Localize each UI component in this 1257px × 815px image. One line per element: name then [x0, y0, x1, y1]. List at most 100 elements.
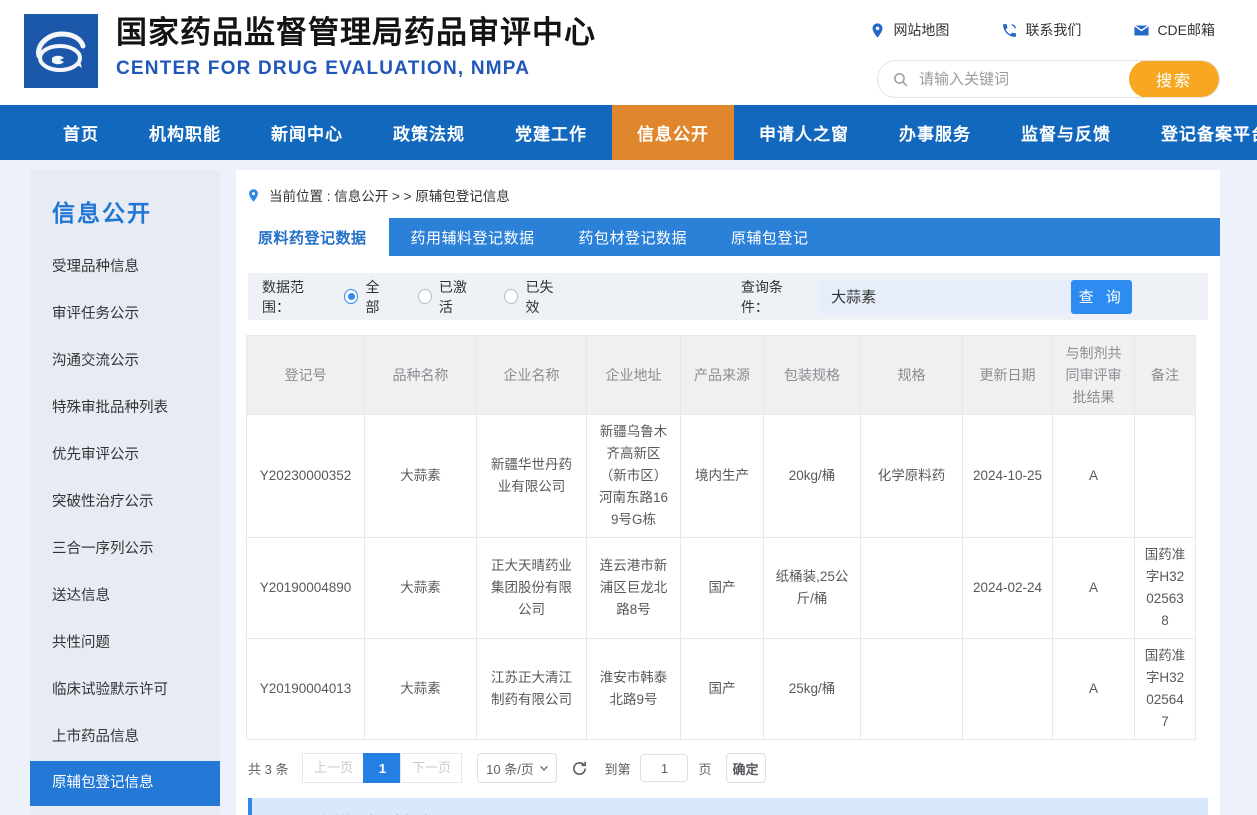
location-pin-icon [246, 188, 261, 203]
cell-registration-no: Y20230000352 [247, 415, 365, 538]
page-unit-label: 页 [698, 759, 711, 778]
radio-activated-dot [418, 289, 432, 304]
legend-note: 注： “与制剂共同审评审批结果” 释义： 符号 代表含义 A 已批准在上市制剂使… [248, 798, 1208, 815]
sitemap-link[interactable]: 网站地图 [869, 20, 949, 40]
note-intro: 注： “与制剂共同审评审批结果” 释义： [266, 811, 1190, 815]
col-package-spec: 包装规格 [764, 336, 861, 415]
scope-label: 数据范围： [262, 277, 328, 317]
prev-page-button[interactable]: 上一页 [302, 753, 364, 783]
nav-item-info-disclosure[interactable]: 信息公开 [612, 105, 734, 160]
cde-mail-link[interactable]: CDE邮箱 [1133, 20, 1215, 40]
total-count: 共 3 条 [248, 759, 288, 778]
sidebar-item-communication[interactable]: 沟通交流公示 [30, 338, 220, 385]
cell-registration-no: Y20190004013 [247, 639, 365, 740]
tabbar: 原料药登记数据 药用辅料登记数据 药包材登记数据 原辅包登记 [236, 218, 1220, 256]
tab-raw-excipient-registration[interactable]: 原辅包登记 [709, 218, 831, 256]
main-content: 当前位置 : 信息公开 > > 原辅包登记信息 原料药登记数据 药用辅料登记数据… [236, 170, 1220, 815]
nav-item-party-building[interactable]: 党建工作 [490, 105, 612, 160]
sidebar-item-special-approval-list[interactable]: 特殊审批品种列表 [30, 385, 220, 432]
col-joint-review-result: 与制剂共同审评审批结果 [1053, 336, 1135, 415]
page-size-value: 10 条/页 [486, 759, 534, 778]
table-row[interactable]: Y20190004013 大蒜素 江苏正大清江制药有限公司 淮安市韩泰北路9号 … [247, 639, 1196, 740]
goto-page-input[interactable] [640, 754, 688, 782]
col-variety-name: 品种名称 [365, 336, 477, 415]
radio-all[interactable]: 全部 [344, 277, 391, 317]
cde-mail-label: CDE邮箱 [1157, 20, 1215, 40]
sitemap-label: 网站地图 [893, 20, 949, 40]
sidebar-item-raw-excipient-packaging[interactable]: 原辅包登记信息 [30, 761, 220, 806]
cell-update-date [963, 639, 1053, 740]
cell-spec [861, 538, 963, 639]
search-icon [892, 71, 909, 88]
nav-item-registration-platform[interactable]: 登记备案平台 [1136, 105, 1257, 160]
tab-api-registration-data[interactable]: 原料药登记数据 [236, 218, 389, 256]
cde-logo [24, 14, 98, 88]
confirm-button[interactable]: 确定 [726, 753, 766, 783]
filterbar: 数据范围： 全部 已激活 已失效 查询条件： 查 询 [248, 273, 1208, 320]
table-row[interactable]: Y20190004890 大蒜素 正大天晴药业集团股份有限公司 连云港市新浦区巨… [247, 538, 1196, 639]
sidebar-item-common-issues[interactable]: 共性问题 [30, 620, 220, 667]
cell-remark: 国药准字H32025647 [1135, 639, 1196, 740]
radio-activated-label: 已激活 [439, 277, 478, 317]
cell-company-name: 正大天晴药业集团股份有限公司 [477, 538, 587, 639]
nav-item-supervision-feedback[interactable]: 监督与反馈 [996, 105, 1136, 160]
tab-excipient-registration-data[interactable]: 药用辅料登记数据 [389, 218, 557, 256]
radio-expired[interactable]: 已失效 [504, 277, 565, 317]
cell-variety-name: 大蒜素 [365, 639, 477, 740]
table-header-row: 登记号 品种名称 企业名称 企业地址 产品来源 包装规格 规格 更新日期 与制剂… [247, 336, 1196, 415]
refresh-button[interactable] [571, 760, 588, 777]
keyword-search-input[interactable] [909, 71, 1129, 88]
page-1-button[interactable]: 1 [363, 753, 401, 783]
cell-joint-review-result: A [1053, 538, 1135, 639]
query-condition-input[interactable] [819, 280, 1071, 314]
cell-remark [1135, 415, 1196, 538]
sidebar-item-clinical-trial-license[interactable]: 临床试验默示许可 [30, 667, 220, 714]
tab-packaging-registration-data[interactable]: 药包材登记数据 [557, 218, 710, 256]
main-nav: 首页 机构职能 新闻中心 政策法规 党建工作 信息公开 申请人之窗 办事服务 监… [0, 105, 1257, 160]
table-row[interactable]: Y20230000352 大蒜素 新疆华世丹药业有限公司 新疆乌鲁木齐高新区（新… [247, 415, 1196, 538]
query-button[interactable]: 查 询 [1071, 280, 1132, 314]
sidebar-item-three-in-one[interactable]: 三合一序列公示 [30, 526, 220, 573]
nav-item-services[interactable]: 办事服务 [874, 105, 996, 160]
col-registration-no: 登记号 [247, 336, 365, 415]
nav-item-applicant-window[interactable]: 申请人之窗 [734, 105, 874, 160]
sidebar-item-marketed-drugs[interactable]: 上市药品信息 [30, 714, 220, 761]
sidebar-item-review-tasks[interactable]: 审评任务公示 [30, 291, 220, 338]
nav-item-news-center[interactable]: 新闻中心 [246, 105, 368, 160]
sidebar-item-delivery-info[interactable]: 送达信息 [30, 573, 220, 620]
cell-spec [861, 639, 963, 740]
nav-item-home[interactable]: 首页 [38, 105, 124, 160]
cell-remark: 国药准字H32025638 [1135, 538, 1196, 639]
cell-product-origin: 国产 [681, 538, 764, 639]
cell-update-date: 2024-02-24 [963, 538, 1053, 639]
cell-product-origin: 境内生产 [681, 415, 764, 538]
radio-expired-label: 已失效 [525, 277, 564, 317]
header-search: 搜索 [877, 60, 1220, 98]
header-quick-links: 网站地图 联系我们 CDE邮箱 [869, 20, 1215, 40]
cell-variety-name: 大蒜素 [365, 415, 477, 538]
cell-company-address: 淮安市韩泰北路9号 [587, 639, 681, 740]
nav-item-org-functions[interactable]: 机构职能 [124, 105, 246, 160]
cell-variety-name: 大蒜素 [365, 538, 477, 639]
page-size-select[interactable]: 10 条/页 [477, 753, 557, 783]
cell-joint-review-result: A [1053, 639, 1135, 740]
sidebar-item-priority-review[interactable]: 优先审评公示 [30, 432, 220, 479]
map-pin-icon [869, 22, 886, 39]
cell-company-address: 连云港市新浦区巨龙北路8号 [587, 538, 681, 639]
radio-expired-dot [504, 289, 518, 304]
radio-activated[interactable]: 已激活 [418, 277, 479, 317]
cell-package-spec: 纸桶装,25公斤/桶 [764, 538, 861, 639]
sidebar-item-accepted-varieties[interactable]: 受理品种信息 [30, 244, 220, 291]
col-spec: 规格 [861, 336, 963, 415]
radio-all-dot [344, 289, 358, 304]
cell-update-date: 2024-10-25 [963, 415, 1053, 538]
header: 国家药品监督管理局药品审评中心 CENTER FOR DRUG EVALUATI… [0, 0, 1257, 105]
search-button[interactable]: 搜索 [1129, 60, 1219, 98]
sidebar-item-breakthrough-therapy[interactable]: 突破性治疗公示 [30, 479, 220, 526]
next-page-button[interactable]: 下一页 [400, 753, 462, 783]
goto-page-label: 到第 [604, 759, 630, 778]
contact-link[interactable]: 联系我们 [1001, 20, 1081, 40]
sidebar-title: 信息公开 [30, 170, 220, 244]
chevron-down-icon [539, 763, 549, 773]
nav-item-policies[interactable]: 政策法规 [368, 105, 490, 160]
